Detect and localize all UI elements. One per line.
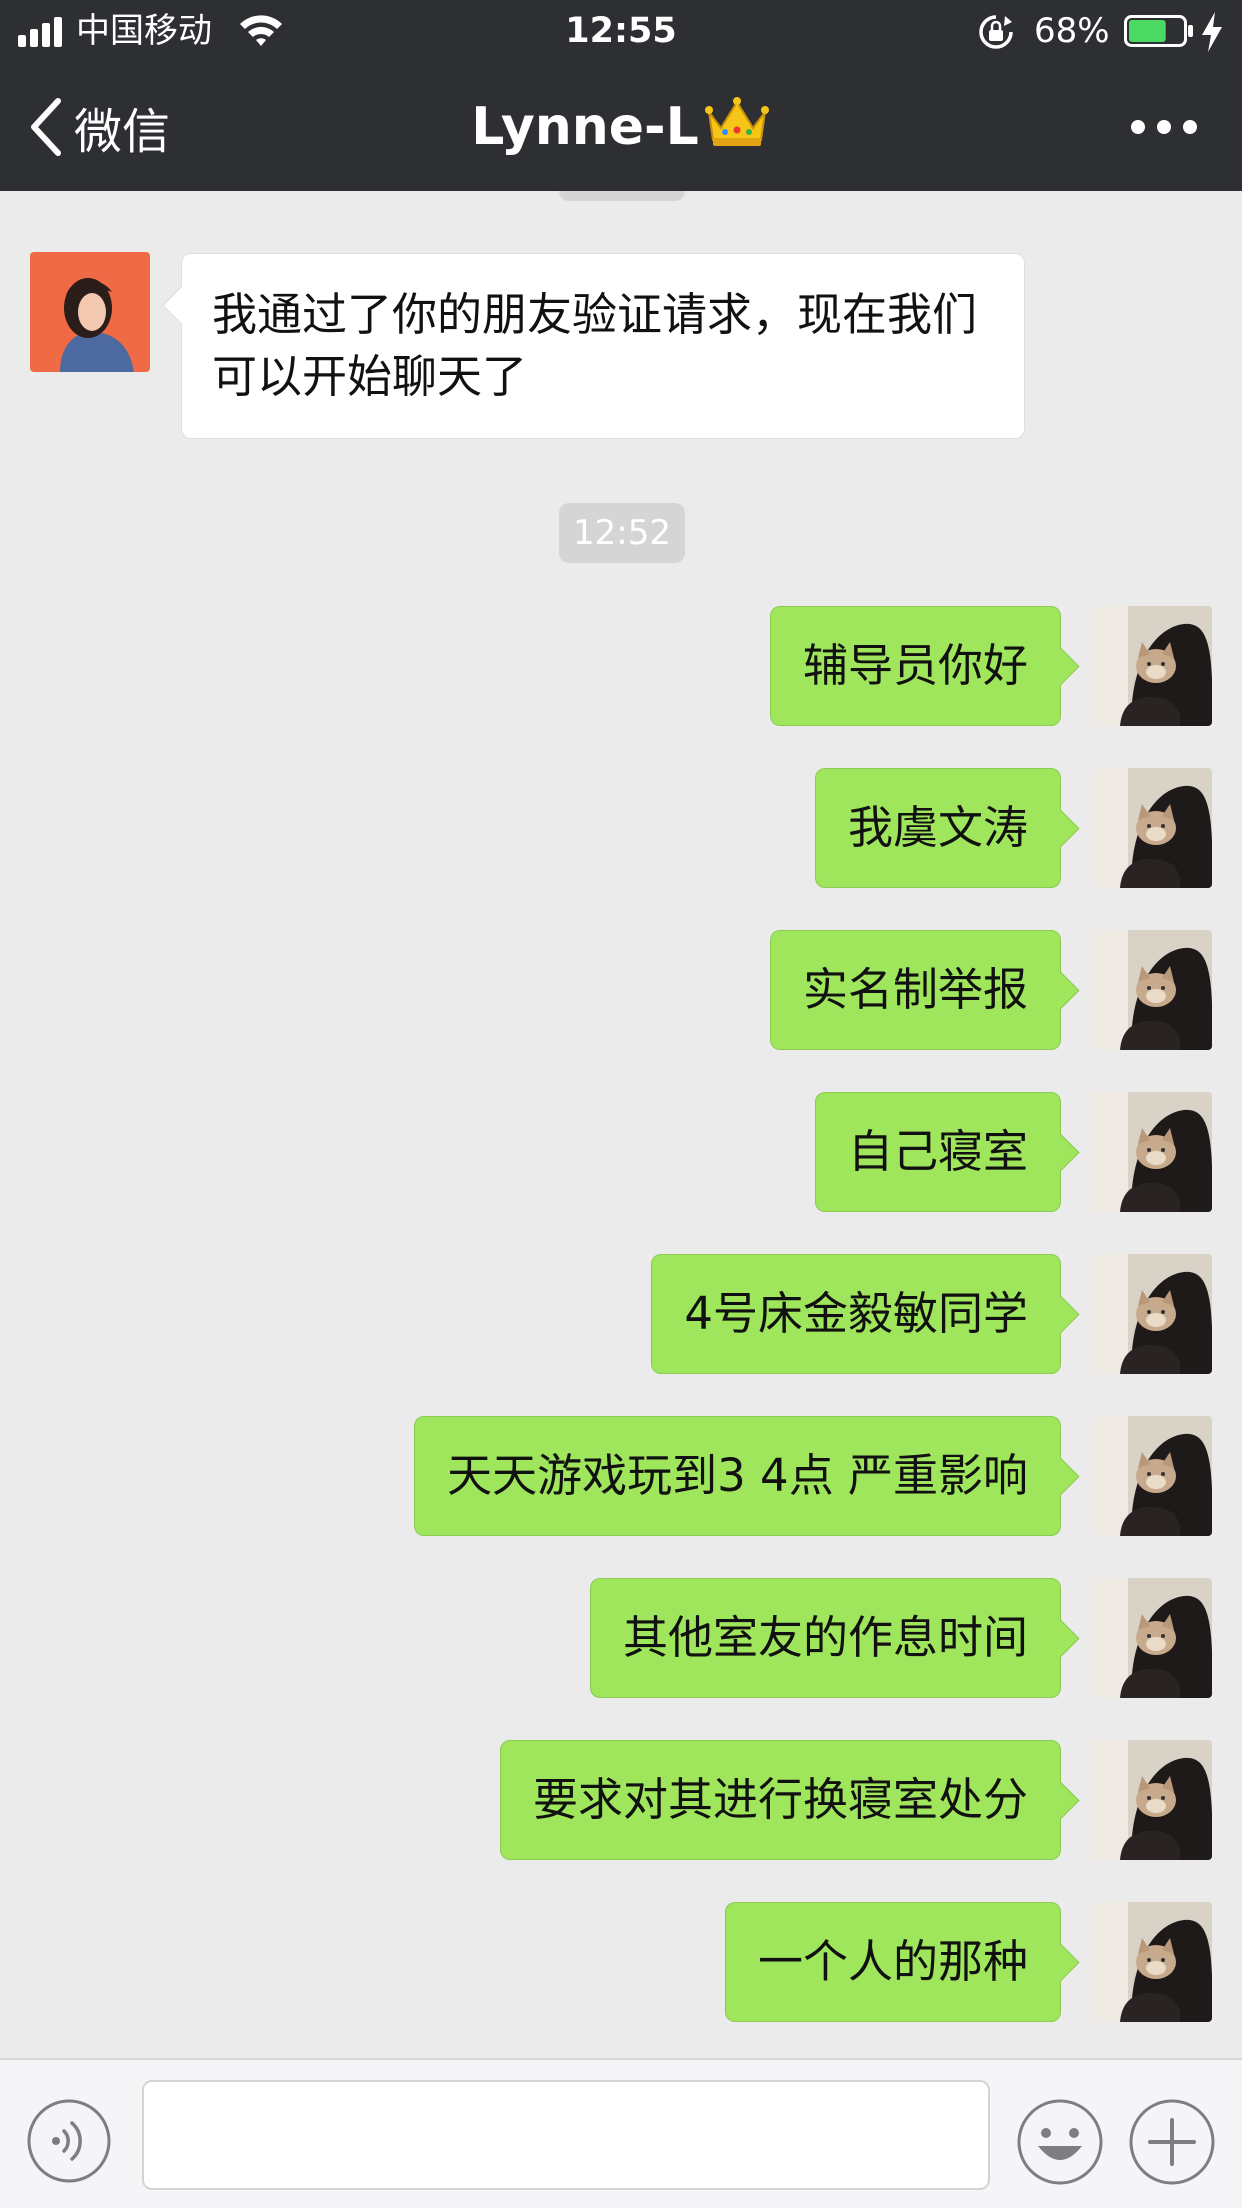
self-avatar[interactable] (1092, 1740, 1212, 1860)
message-text: 天天游戏玩到3 4点 严重影响 (447, 1449, 1028, 1502)
chat-area[interactable]: 我通过了你的朋友验证请求，现在我们可以开始聊天了 12:52 辅导员你好 我虞文… (0, 191, 1242, 2058)
self-avatar-image (1092, 1578, 1212, 1698)
outgoing-message-bubble[interactable]: 要求对其进行换寝室处分 (499, 1740, 1061, 1860)
self-avatar[interactable] (1092, 1092, 1212, 1212)
charging-icon (1202, 12, 1222, 52)
status-bar: 中国移动 12:55 68% (0, 0, 1242, 64)
message-input[interactable] (142, 2080, 990, 2190)
chat-header: 微信 Lynne-L (0, 64, 1242, 191)
contact-avatar-image (30, 252, 150, 372)
chat-title: Lynne-L (0, 92, 1242, 162)
outgoing-message-bubble[interactable]: 辅导员你好 (769, 606, 1061, 726)
back-button[interactable]: 微信 (26, 92, 170, 162)
emoji-icon[interactable] (1016, 2098, 1104, 2186)
self-avatar[interactable] (1092, 768, 1212, 888)
message-text: 我通过了你的朋友验证请求，现在我们可以开始聊天了 (212, 288, 978, 403)
self-avatar-image (1092, 1092, 1212, 1212)
wifi-icon (240, 15, 282, 46)
self-avatar[interactable] (1092, 1578, 1212, 1698)
outgoing-message-bubble[interactable]: 一个人的那种 (724, 1902, 1061, 2022)
contact-avatar[interactable] (30, 252, 150, 372)
self-avatar-image (1092, 606, 1212, 726)
self-avatar[interactable] (1092, 1254, 1212, 1374)
message-text: 4号床金毅敏同学 (684, 1287, 1028, 1340)
crown-icon (704, 97, 769, 146)
message-text: 一个人的那种 (757, 1935, 1028, 1988)
self-avatar-image (1092, 1416, 1212, 1536)
more-dots-icon[interactable] (1130, 119, 1198, 135)
message-text: 要求对其进行换寝室处分 (532, 1773, 1028, 1826)
outgoing-message-bubble[interactable]: 其他室友的作息时间 (589, 1578, 1061, 1698)
contact-name: Lynne-L (471, 97, 699, 157)
message-text: 自己寝室 (847, 1125, 1028, 1178)
carrier-name: 中国移动 (76, 11, 212, 51)
message-text: 我虞文涛 (847, 801, 1028, 854)
chevron-left-icon (31, 98, 61, 156)
timestamp-chip: 12:52 (559, 503, 685, 563)
self-avatar-image (1092, 930, 1212, 1050)
signal-icon (18, 17, 62, 47)
message-text: 辅导员你好 (802, 639, 1028, 692)
battery-icon (1124, 15, 1193, 47)
self-avatar[interactable] (1092, 1416, 1212, 1536)
self-avatar-image (1092, 1254, 1212, 1374)
battery-percent: 68% (1034, 11, 1110, 51)
outgoing-message-bubble[interactable]: 自己寝室 (814, 1092, 1061, 1212)
voice-icon[interactable] (26, 2098, 112, 2184)
self-avatar-image (1092, 1740, 1212, 1860)
message-text: 其他室友的作息时间 (622, 1611, 1028, 1664)
plus-icon[interactable] (1128, 2098, 1216, 2186)
incoming-message-bubble[interactable]: 我通过了你的朋友验证请求，现在我们可以开始聊天了 (181, 253, 1025, 439)
outgoing-message-bubble[interactable]: 实名制举报 (769, 930, 1061, 1050)
message-text: 实名制举报 (802, 963, 1028, 1016)
outgoing-message-bubble[interactable]: 4号床金毅敏同学 (651, 1254, 1061, 1374)
timestamp-chip-partial (559, 191, 685, 201)
self-avatar-image (1092, 1902, 1212, 2022)
input-bar (0, 2058, 1242, 2208)
self-avatar[interactable] (1092, 1902, 1212, 2022)
top-bar: 中国移动 12:55 68% 微信 Lynne-L (0, 0, 1242, 191)
self-avatar[interactable] (1092, 930, 1212, 1050)
outgoing-message-bubble[interactable]: 天天游戏玩到3 4点 严重影响 (414, 1416, 1061, 1536)
outgoing-message-bubble[interactable]: 我虞文涛 (814, 768, 1061, 888)
self-avatar-image (1092, 768, 1212, 888)
self-avatar[interactable] (1092, 606, 1212, 726)
rotation-lock-icon (979, 15, 1013, 49)
back-label: 微信 (74, 104, 171, 160)
